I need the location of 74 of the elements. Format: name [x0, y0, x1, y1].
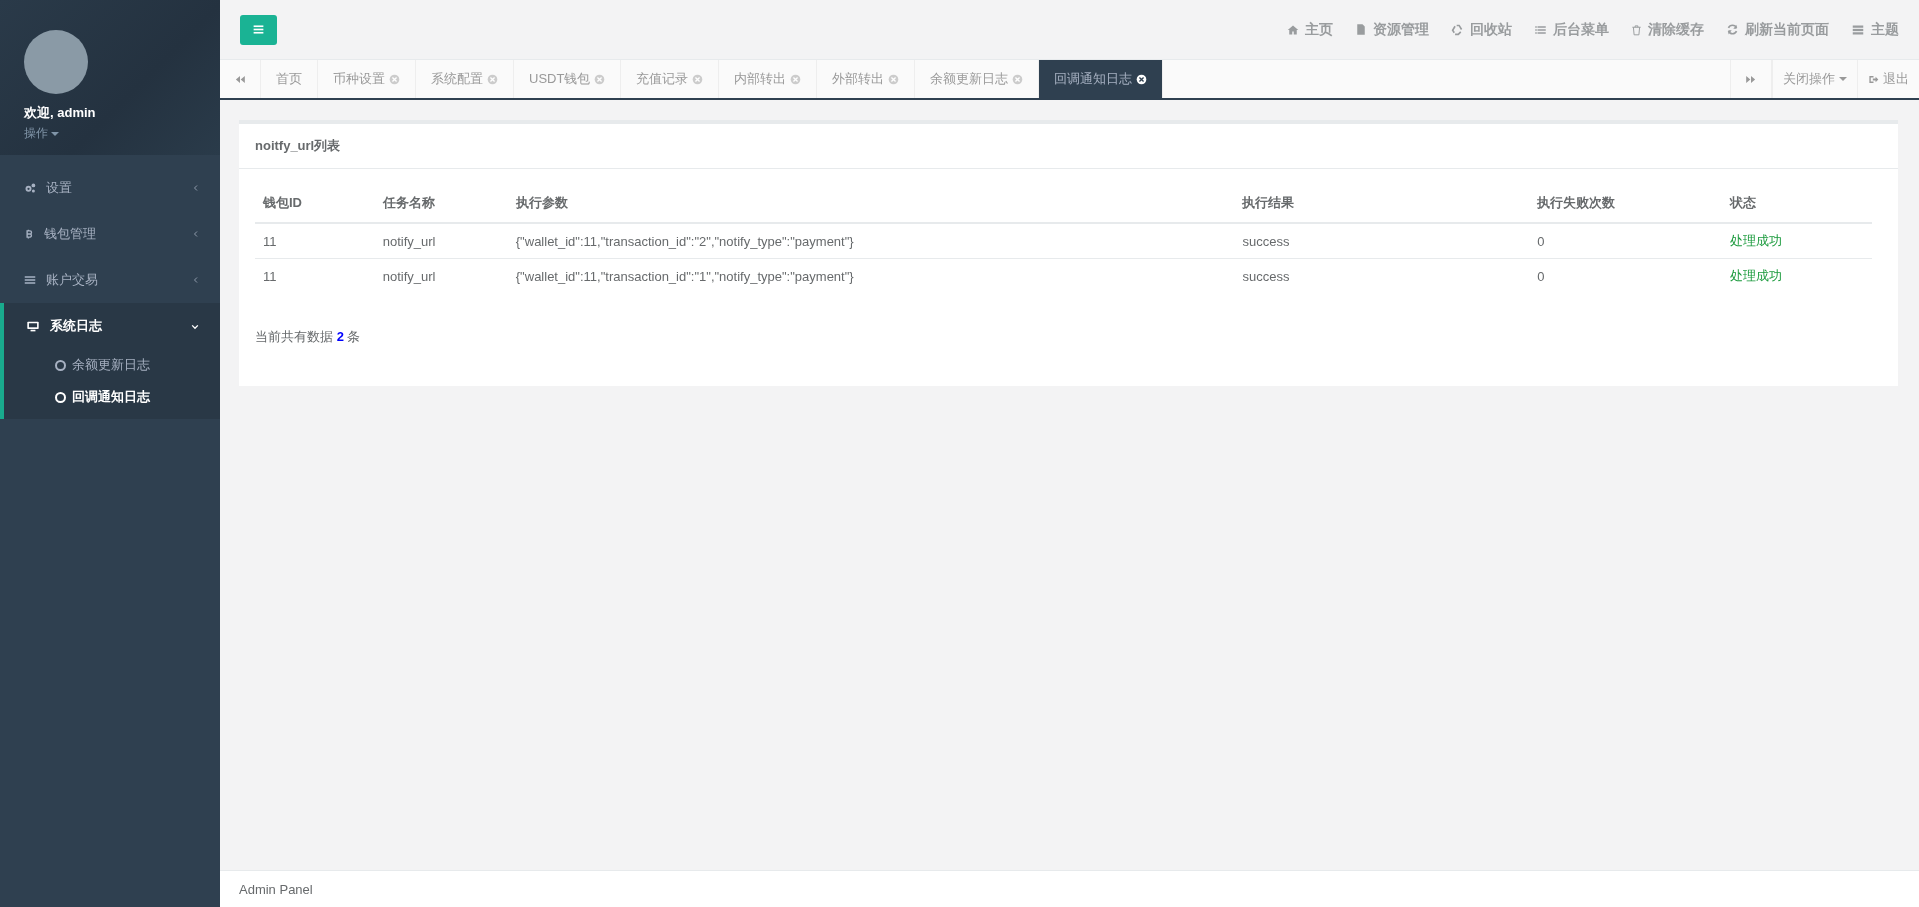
refresh-icon [1726, 23, 1739, 36]
column-header: 任务名称 [374, 183, 508, 223]
trash-icon [1631, 23, 1642, 36]
column-header: 执行结果 [1234, 183, 1530, 223]
submenu-item[interactable]: 回调通知日志 [4, 381, 220, 413]
table-cell: 0 [1529, 258, 1723, 293]
theme-icon [1851, 23, 1865, 36]
top-nav-link[interactable]: 资源管理 [1355, 20, 1429, 39]
chevron-left-icon [192, 183, 200, 193]
gears-icon [24, 182, 36, 194]
page-tab[interactable]: 内部转出 [719, 60, 818, 98]
double-right-icon [1745, 73, 1757, 85]
table-cell: 0 [1529, 223, 1723, 259]
double-left-icon [234, 73, 246, 85]
status-cell: 处理成功 [1722, 258, 1872, 293]
bitcoin-icon [24, 228, 34, 240]
recycle-icon [1451, 23, 1464, 36]
list-icon [24, 274, 36, 286]
close-icon [487, 73, 498, 85]
top-nav-link[interactable]: 刷新当前页面 [1726, 20, 1829, 39]
footer-text: Admin Panel [220, 870, 1919, 907]
close-icon [790, 73, 802, 85]
table-cell: notify_url [374, 258, 508, 293]
close-icon [692, 73, 704, 85]
status-cell: 处理成功 [1722, 223, 1872, 259]
top-nav-link[interactable]: 主题 [1851, 20, 1899, 39]
sidebar-item[interactable]: 设置 [0, 165, 220, 211]
chevron-left-icon [192, 275, 200, 285]
table-cell: {"wallet_id":11,"transaction_id":"2","notify_type":"payment"} [507, 223, 1235, 259]
top-nav-link[interactable]: 主页 [1287, 20, 1333, 39]
menu-icon [252, 23, 265, 36]
file-icon [1355, 23, 1367, 36]
close-icon [1136, 73, 1148, 85]
profile-menu[interactable]: 操作 [24, 125, 59, 142]
table-cell: {"wallet_id":11,"transaction_id":"1","notify_type":"payment"} [507, 258, 1235, 293]
menu-toggle-button[interactable] [240, 14, 277, 45]
page-tab[interactable]: USDT钱包 [514, 60, 622, 98]
close-icon [888, 73, 900, 85]
table-cell: success [1234, 223, 1530, 259]
list-icon [1534, 23, 1547, 36]
table-cell: 11 [255, 223, 375, 259]
scroll-right-button[interactable] [1730, 60, 1772, 98]
top-nav-link[interactable]: 后台菜单 [1534, 20, 1609, 39]
submenu-item[interactable]: 余额更新日志 [4, 349, 220, 381]
record-count-text: 当前共有数据 2 条 [255, 328, 362, 346]
sidebar-item[interactable]: 账户交易 [0, 257, 220, 303]
page-tab[interactable]: 首页 [261, 60, 318, 98]
sidebar-item[interactable]: 钱包管理 [0, 211, 220, 257]
column-header: 执行参数 [507, 183, 1235, 223]
sidebar-item[interactable]: 系统日志 [4, 303, 220, 349]
monitor-icon [26, 319, 40, 333]
close-operations-menu[interactable]: 关闭操作 [1772, 60, 1857, 98]
welcome-text: 欢迎, admin [24, 104, 97, 122]
column-header: 执行失败次数 [1529, 183, 1723, 223]
logout-link[interactable]: 退出 [1857, 60, 1919, 98]
sign-out-icon [1868, 73, 1879, 85]
panel-title: noitfy_url列表 [239, 124, 1898, 169]
table-cell: success [1234, 258, 1530, 293]
column-header: 状态 [1722, 183, 1872, 223]
close-icon [594, 73, 606, 85]
top-nav-link[interactable]: 清除缓存 [1631, 20, 1704, 39]
table-cell: 11 [255, 258, 375, 293]
page-tab[interactable]: 回调通知日志 [1039, 60, 1164, 98]
page-tab[interactable]: 币种设置 [318, 60, 416, 98]
page-tab[interactable]: 系统配置 [416, 60, 514, 98]
close-icon [389, 73, 400, 85]
column-header: 钱包ID [255, 183, 375, 223]
close-icon [1012, 73, 1024, 85]
table-cell: notify_url [374, 223, 508, 259]
page-tab[interactable]: 充值记录 [621, 60, 720, 98]
page-tab[interactable]: 外部转出 [817, 60, 916, 98]
top-nav-link[interactable]: 回收站 [1451, 20, 1512, 39]
home-icon [1287, 23, 1299, 36]
chevron-left-icon [192, 229, 200, 239]
